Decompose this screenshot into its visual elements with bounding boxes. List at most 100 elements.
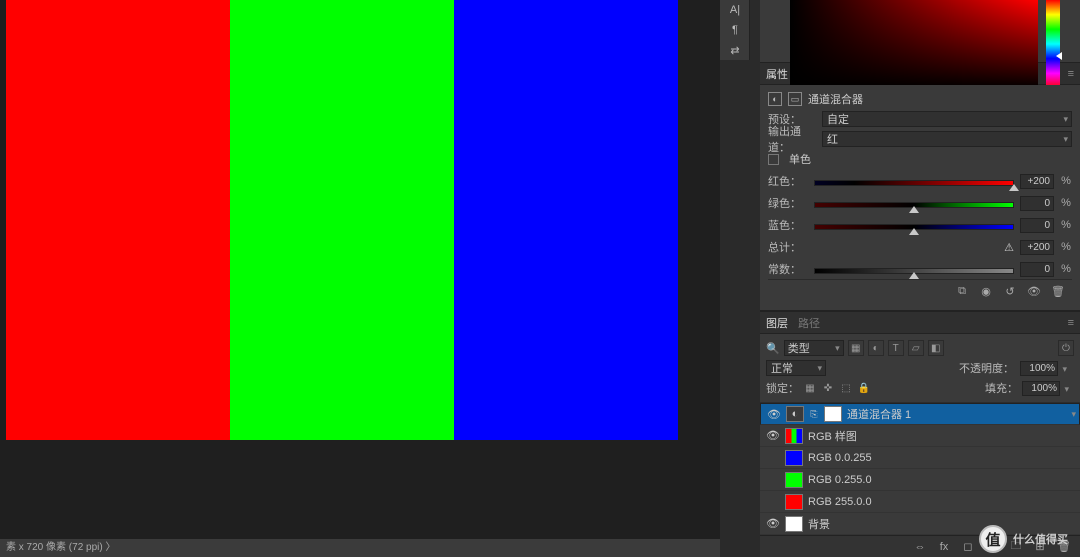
visibility-toggle-icon[interactable]: 👁 [767, 408, 781, 421]
layer-row[interactable]: 👁 RGB 0.255.0 [760, 469, 1080, 491]
filter-type-icon[interactable]: T [888, 340, 904, 356]
layer-list: 👁 ◐ ⎘ 通道混合器 1 👁 RGB 样图 👁 RGB 0.0.255 👁 RGB 0.255.… [760, 403, 1080, 535]
green-value[interactable]: 0 [1020, 196, 1054, 211]
link-icon: ⎘ [809, 409, 819, 420]
visibility-toggle-icon[interactable]: 👁 [766, 451, 780, 464]
red-label: 红色： [768, 173, 808, 189]
green-label: 绿色： [768, 195, 808, 211]
red-value[interactable]: +200 [1020, 174, 1054, 189]
layer-row[interactable]: 👁 RGB 255.0.0 [760, 491, 1080, 513]
reset-icon[interactable]: ↺ [1002, 284, 1018, 298]
tab-properties[interactable]: 属性 [766, 66, 788, 82]
lock-artboard-icon[interactable]: ⬚ [839, 381, 853, 395]
properties-footer: ⧉ ◉ ↺ 👁 🗑 [768, 279, 1072, 302]
layer-row[interactable]: 👁 ◐ ⎘ 通道混合器 1 [760, 403, 1080, 425]
layers-panel: 图层 路径 ≡ 🔍 类型 ▦ ◐ T ▱ ◧ ⏻ 正常 不透明度： [760, 311, 1080, 557]
canvas-area[interactable]: 素 x 720 像素 (72 ppi) 〉 [0, 0, 720, 557]
layer-thumb-icon[interactable] [785, 450, 803, 466]
filter-pixel-icon[interactable]: ▦ [848, 340, 864, 356]
constant-label: 常数： [768, 261, 808, 277]
lock-pixels-icon[interactable]: ▦ [803, 381, 817, 395]
visibility-toggle-icon[interactable]: 👁 [766, 495, 780, 508]
panel-menu-icon[interactable]: ≡ [1068, 68, 1074, 80]
red-stripe [6, 0, 230, 440]
opacity-label: 不透明度： [959, 360, 1014, 376]
layer-filter-select[interactable]: 类型 [784, 340, 844, 356]
properties-panel: 属性 调整 ≡ ◐ ▭ 通道混合器 预设： 自定 输出通道： 红 单色 [760, 63, 1080, 311]
opacity-value[interactable]: 100% [1020, 361, 1058, 376]
constant-slider[interactable] [814, 262, 1014, 276]
layer-thumb-icon[interactable] [785, 428, 803, 444]
tab-layers[interactable]: 图层 [766, 315, 788, 331]
layer-row[interactable]: 👁 RGB 0.0.255 [760, 447, 1080, 469]
lock-position-icon[interactable]: ✜ [821, 381, 835, 395]
visibility-toggle-icon[interactable]: 👁 [766, 517, 780, 530]
watermark: 值 什么值得买 [979, 525, 1068, 553]
status-bar: 素 x 720 像素 (72 ppi) 〉 [0, 539, 720, 557]
adjustment-thumb-icon: ◐ [786, 406, 804, 422]
monochrome-checkbox[interactable] [768, 154, 779, 165]
lock-all-icon[interactable]: 🔒 [857, 381, 871, 395]
layer-name[interactable]: RGB 255.0.0 [808, 496, 1074, 508]
blue-value[interactable]: 0 [1020, 218, 1054, 233]
fill-label: 填充： [985, 380, 1018, 396]
add-mask-icon[interactable]: ◻ [960, 540, 976, 553]
fill-value[interactable]: 100% [1022, 381, 1060, 396]
green-slider[interactable] [814, 196, 1014, 210]
link-layers-icon[interactable]: ⇔ [912, 541, 928, 553]
total-label: 总计： [768, 239, 808, 255]
color-picker-panel [760, 0, 1080, 63]
output-channel-select[interactable]: 红 [822, 131, 1072, 147]
visibility-toggle-icon[interactable]: 👁 [766, 429, 780, 442]
right-panels: 属性 调整 ≡ ◐ ▭ 通道混合器 预设： 自定 输出通道： 红 单色 [760, 0, 1080, 557]
warning-icon: ⚠ [1004, 241, 1014, 254]
lock-label: 锁定： [766, 380, 799, 396]
monochrome-label: 单色 [789, 151, 811, 167]
delete-adjustment-icon[interactable]: 🗑 [1050, 284, 1066, 298]
search-icon[interactable]: 🔍 [766, 342, 780, 355]
filter-shape-icon[interactable]: ▱ [908, 340, 924, 356]
document-canvas[interactable] [6, 0, 678, 440]
paragraph-icon[interactable]: ¶ [720, 20, 750, 40]
layer-thumb-icon[interactable] [785, 472, 803, 488]
mask-thumb-icon[interactable] [824, 406, 842, 422]
green-stripe [230, 0, 454, 440]
watermark-badge-icon: 值 [979, 525, 1007, 553]
type-tool-icon[interactable]: A| [720, 0, 750, 20]
layer-style-icon[interactable]: fx [936, 541, 952, 553]
clip-to-layer-icon[interactable]: ⧉ [954, 284, 970, 298]
constant-value[interactable]: 0 [1020, 262, 1054, 277]
layer-name[interactable]: 通道混合器 1 [847, 406, 1073, 422]
blue-stripe [454, 0, 678, 440]
layer-name[interactable]: RGB 0.0.255 [808, 452, 1074, 464]
filter-toggle-icon[interactable]: ⏻ [1058, 340, 1074, 356]
visibility-toggle-icon[interactable]: 👁 [766, 473, 780, 486]
layer-row[interactable]: 👁 RGB 样图 [760, 425, 1080, 447]
toggle-visibility-icon[interactable]: 👁 [1026, 284, 1042, 298]
blue-label: 蓝色： [768, 217, 808, 233]
layer-name[interactable]: RGB 0.255.0 [808, 474, 1074, 486]
options-icon[interactable]: ⇄ [720, 40, 750, 60]
adjustment-title: 通道混合器 [808, 91, 863, 107]
mask-icon: ▭ [788, 92, 802, 106]
preset-select[interactable]: 自定 [822, 111, 1072, 127]
adjustment-type-icon: ◐ [768, 92, 782, 106]
tab-paths[interactable]: 路径 [798, 315, 820, 331]
view-previous-icon[interactable]: ◉ [978, 284, 994, 298]
total-value: +200 [1020, 240, 1054, 255]
blend-mode-select[interactable]: 正常 [766, 360, 826, 376]
layer-thumb-icon[interactable] [785, 516, 803, 532]
watermark-text: 什么值得买 [1013, 531, 1068, 547]
panel-menu-icon[interactable]: ≡ [1068, 317, 1074, 329]
hue-cursor-icon [1056, 52, 1062, 60]
color-field[interactable] [790, 0, 1038, 88]
filter-smart-icon[interactable]: ◧ [928, 340, 944, 356]
layer-name[interactable]: RGB 样图 [808, 428, 1074, 444]
filter-adjust-icon[interactable]: ◐ [868, 340, 884, 356]
layers-header: 图层 路径 ≡ [760, 312, 1080, 334]
hue-slider[interactable] [1046, 0, 1060, 88]
collapsed-tool-strip: A| ¶ ⇄ [720, 0, 750, 60]
red-slider[interactable] [814, 174, 1014, 188]
layer-thumb-icon[interactable] [785, 494, 803, 510]
blue-slider[interactable] [814, 218, 1014, 232]
